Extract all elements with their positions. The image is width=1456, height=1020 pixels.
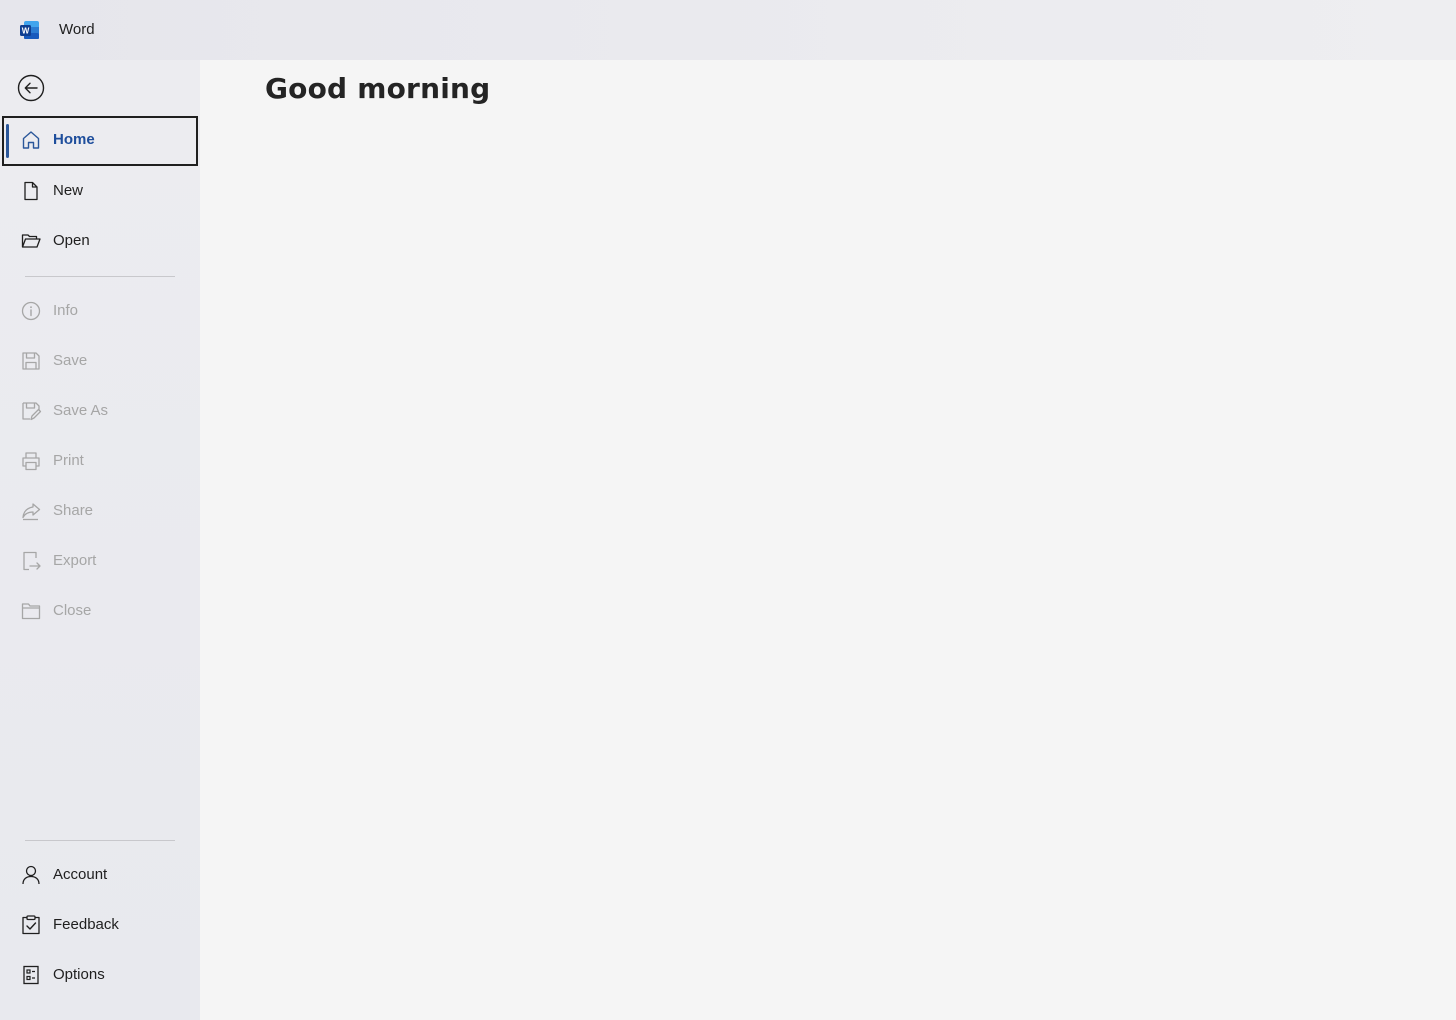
feedback-icon	[20, 914, 42, 936]
nav-options-label: Options	[53, 966, 105, 983]
nav-open[interactable]: Open	[2, 217, 198, 265]
nav-export-label: Export	[53, 552, 97, 569]
new-document-icon	[20, 180, 42, 202]
nav-share-label: Share	[53, 502, 94, 519]
back-button[interactable]	[17, 74, 45, 102]
export-icon	[20, 550, 42, 572]
nav-info[interactable]: Info	[2, 287, 198, 335]
save-as-icon	[20, 400, 42, 422]
sidebar-divider	[25, 276, 175, 277]
nav-save-as[interactable]: Save As	[2, 387, 198, 435]
nav-home[interactable]: Home	[2, 116, 198, 166]
nav-new-label: New	[53, 182, 84, 199]
nav-close-label: Close	[53, 602, 92, 619]
info-icon	[20, 300, 42, 322]
title-bar: W Word	[0, 0, 1456, 60]
nav-account[interactable]: Account	[2, 851, 198, 899]
home-icon	[20, 129, 42, 151]
app-title: Word	[59, 21, 95, 38]
main-content: Good morning	[200, 60, 1456, 1020]
nav-share[interactable]: Share	[2, 487, 198, 535]
word-logo-icon: W	[20, 20, 40, 40]
svg-text:W: W	[22, 27, 30, 36]
nav-feedback-label: Feedback	[53, 916, 119, 933]
nav-export[interactable]: Export	[2, 537, 198, 585]
backstage-sidebar: Home New Open Info Save Save As Print Sh…	[0, 60, 200, 1020]
close-folder-icon	[20, 600, 42, 622]
nav-print[interactable]: Print	[2, 437, 198, 485]
nav-save-label: Save	[53, 352, 88, 369]
share-icon	[20, 500, 42, 522]
nav-open-label: Open	[53, 232, 90, 249]
nav-account-label: Account	[53, 866, 108, 883]
open-folder-icon	[20, 230, 42, 252]
account-icon	[20, 864, 42, 886]
nav-info-label: Info	[53, 302, 79, 319]
options-icon	[20, 964, 42, 986]
nav-feedback[interactable]: Feedback	[2, 901, 198, 949]
nav-options[interactable]: Options	[2, 951, 198, 999]
nav-save-as-label: Save As	[53, 402, 109, 419]
print-icon	[20, 450, 42, 472]
nav-new[interactable]: New	[2, 167, 198, 215]
nav-print-label: Print	[53, 452, 84, 469]
greeting-heading: Good morning	[265, 72, 491, 105]
nav-save[interactable]: Save	[2, 337, 198, 385]
nav-close[interactable]: Close	[2, 587, 198, 635]
sidebar-divider-bottom	[25, 840, 175, 841]
back-arrow-icon	[17, 74, 45, 102]
nav-home-label: Home	[53, 131, 95, 148]
save-icon	[20, 350, 42, 372]
